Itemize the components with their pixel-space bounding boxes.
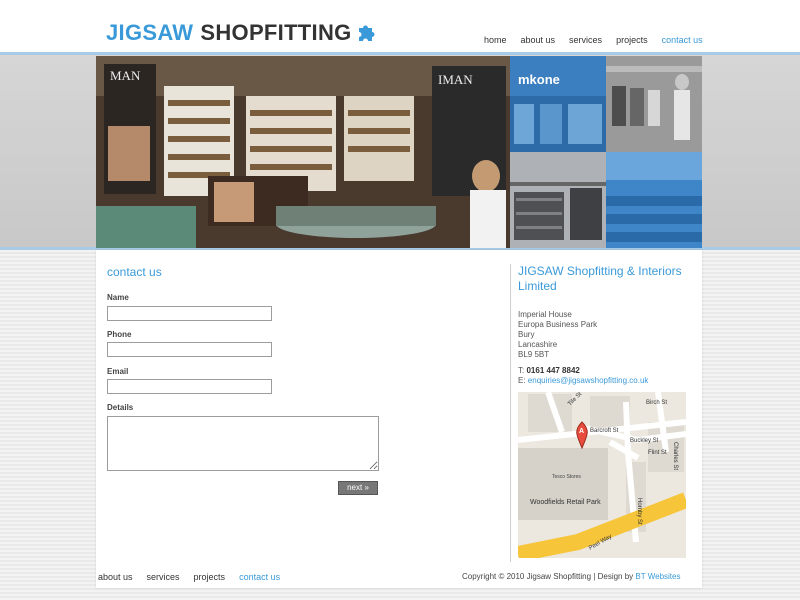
- nav-home[interactable]: home: [484, 35, 507, 45]
- site-logo[interactable]: JIGSAW SHOPFITTING: [106, 20, 378, 46]
- footer-nav-contact-us[interactable]: contact us: [239, 572, 280, 582]
- logo-word-jigsaw: JIGSAW: [106, 20, 194, 45]
- hero-tile-store-sign: mkone: [518, 72, 560, 87]
- map-street-label: Buckley St: [630, 438, 659, 444]
- credit-link[interactable]: BT Websites: [635, 572, 680, 581]
- phone-prefix: T:: [518, 366, 525, 375]
- top-nav: home about us services projects contact …: [484, 35, 717, 45]
- hero-sign-left: MAN: [110, 68, 141, 83]
- address-line: Lancashire: [518, 340, 558, 349]
- email-field[interactable]: [107, 379, 272, 394]
- map-street-label: Birch St: [646, 400, 667, 406]
- company-phone: T: 0161 447 8842: [518, 366, 580, 375]
- hero-tile-shelving: [510, 152, 606, 248]
- shop-interior-image: MAN IMAN: [96, 56, 510, 248]
- map-street-label: Hornby St: [636, 498, 642, 525]
- content-panel: contact us Name Phone Email Details next…: [96, 250, 702, 588]
- map-poi-tesco: Tesco Stores: [552, 474, 581, 480]
- next-button[interactable]: next »: [338, 481, 378, 495]
- address-line: Bury: [518, 330, 535, 339]
- map-street-label: Flint St: [648, 450, 667, 456]
- map-street-label: Charles St: [672, 442, 678, 470]
- footer-nav-projects[interactable]: projects: [194, 572, 226, 582]
- hero-sign-right: IMAN: [438, 72, 473, 87]
- company-email: E: enquiries@jigsawshopfitting.co.uk: [518, 376, 648, 385]
- hero-tile-clothing: [606, 56, 702, 152]
- puzzle-piece-icon: [358, 25, 375, 41]
- hero-tile-storefront: mkone: [510, 56, 606, 152]
- phone-number: 0161 447 8842: [526, 366, 580, 375]
- hero-tile-grid: mkone: [510, 56, 702, 248]
- address-line: Imperial House: [518, 310, 572, 319]
- phone-field[interactable]: [107, 342, 272, 357]
- hero-main-photo: MAN IMAN: [96, 56, 510, 248]
- company-address: Imperial House Europa Business Park Bury…: [518, 310, 597, 360]
- map-marker-letter: A: [579, 428, 584, 435]
- footer-nav-services[interactable]: services: [147, 572, 180, 582]
- footer-nav: about us services projects contact us: [98, 572, 294, 582]
- nav-services[interactable]: services: [569, 35, 602, 45]
- company-name: JIGSAW Shopfitting & Interiors Limited: [518, 264, 682, 293]
- email-link[interactable]: enquiries@jigsawshopfitting.co.uk: [528, 376, 649, 385]
- email-prefix: E:: [518, 376, 526, 385]
- nav-about-us[interactable]: about us: [521, 35, 556, 45]
- phone-label: Phone: [107, 330, 132, 339]
- logo-word-shopfitting: SHOPFITTING: [200, 20, 352, 45]
- details-field[interactable]: [107, 416, 379, 471]
- copyright-text: Copyright © 2010 Jigsaw Shopfitting | De…: [462, 572, 680, 581]
- copyright-label: Copyright © 2010 Jigsaw Shopfitting | De…: [462, 572, 634, 581]
- name-label: Name: [107, 293, 129, 302]
- map-street-label: Barcroft St: [590, 428, 619, 434]
- name-field[interactable]: [107, 306, 272, 321]
- email-label: Email: [107, 367, 129, 376]
- map-poi-retail: Woodfields Retail Park: [530, 499, 601, 506]
- nav-contact-us[interactable]: contact us: [662, 35, 703, 45]
- footer-nav-about-us[interactable]: about us: [98, 572, 133, 582]
- nav-projects[interactable]: projects: [616, 35, 648, 45]
- address-line: Europa Business Park: [518, 320, 598, 329]
- hero-banner: MAN IMAN mkone: [96, 56, 702, 248]
- contact-heading: contact us: [107, 265, 162, 279]
- location-map[interactable]: Tile St Birch St Barcroft St Charles St …: [518, 392, 686, 558]
- column-divider: [510, 264, 511, 562]
- address-line: BL9 5BT: [518, 350, 550, 359]
- details-label: Details: [107, 403, 134, 412]
- hero-tile-supermarket: [606, 152, 702, 248]
